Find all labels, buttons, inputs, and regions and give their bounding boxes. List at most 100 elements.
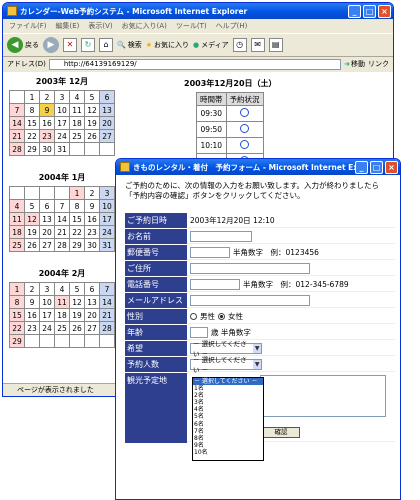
- calendar-day[interactable]: 19: [24, 225, 40, 239]
- calendar-day[interactable]: 13: [39, 212, 55, 226]
- address-input[interactable]: http://64139169129/: [48, 58, 342, 70]
- home-button[interactable]: ⌂: [99, 38, 113, 52]
- calendar-day[interactable]: 19: [84, 116, 100, 130]
- calendar-day[interactable]: 18: [69, 116, 85, 130]
- available-circle-icon[interactable]: [240, 140, 249, 149]
- minimize-button[interactable]: _: [348, 4, 361, 18]
- calendar-day[interactable]: 16: [84, 212, 100, 226]
- menu-tools[interactable]: ツール(T): [176, 21, 207, 31]
- calendar-day[interactable]: 18: [9, 225, 25, 239]
- dropdown-option[interactable]: 8名: [193, 435, 263, 442]
- menu-favorites[interactable]: お気に入り(A): [122, 21, 167, 31]
- calendar-day[interactable]: 13: [99, 103, 115, 117]
- calendar-day[interactable]: 8: [24, 103, 40, 117]
- calendar-day[interactable]: 5: [24, 199, 40, 213]
- calendar-day[interactable]: 10: [54, 103, 70, 117]
- calendar-day[interactable]: 8: [9, 295, 25, 309]
- links-button[interactable]: リンク: [368, 59, 389, 69]
- calendar-day[interactable]: 25: [69, 129, 85, 143]
- calendar-day[interactable]: 31: [99, 238, 115, 252]
- calendar-day[interactable]: 12: [69, 295, 85, 309]
- calendar-day[interactable]: 22: [9, 321, 25, 335]
- calendar-day[interactable]: 31: [54, 142, 70, 156]
- available-circle-icon[interactable]: [240, 124, 249, 133]
- calendar-day[interactable]: 28: [99, 321, 115, 335]
- people-select[interactable]: － 選択してください － ▼: [190, 356, 262, 374]
- media-button[interactable]: ● メディア: [193, 40, 229, 50]
- calendar-day[interactable]: 14: [9, 116, 25, 130]
- calendar-day[interactable]: 1: [9, 282, 25, 296]
- calendar-day[interactable]: 12: [84, 103, 100, 117]
- calendar-day[interactable]: 2: [39, 90, 55, 104]
- calendar-day[interactable]: 30: [84, 238, 100, 252]
- calendar-day[interactable]: 21: [99, 308, 115, 322]
- calendar-day[interactable]: 27: [99, 129, 115, 143]
- calendar-day[interactable]: 26: [24, 238, 40, 252]
- request-select[interactable]: － 選択してください － ▼: [190, 340, 262, 358]
- calendar-day[interactable]: 7: [99, 282, 115, 296]
- calendar-day[interactable]: 13: [84, 295, 100, 309]
- calendar-day[interactable]: 9: [39, 103, 55, 117]
- calendar-day[interactable]: 4: [9, 199, 25, 213]
- calendar-day[interactable]: 14: [54, 212, 70, 226]
- dropdown-option[interactable]: 10名: [193, 449, 263, 456]
- calendar-day[interactable]: 27: [84, 321, 100, 335]
- calendar-day[interactable]: 21: [9, 129, 25, 143]
- calendar-day[interactable]: 9: [24, 295, 40, 309]
- male-radio[interactable]: [190, 312, 197, 320]
- calendar-day[interactable]: 26: [84, 129, 100, 143]
- calendar-day[interactable]: 17: [99, 212, 115, 226]
- calendar-day[interactable]: 24: [99, 225, 115, 239]
- calendar-day[interactable]: 5: [69, 282, 85, 296]
- calendar-day[interactable]: 7: [9, 103, 25, 117]
- calendar-day[interactable]: 12: [24, 212, 40, 226]
- mail-button[interactable]: ✉: [250, 38, 265, 52]
- search-button[interactable]: 🔍 検索: [117, 40, 142, 50]
- refresh-button[interactable]: ↻: [81, 38, 95, 52]
- sightseeing-textarea[interactable]: [260, 375, 386, 417]
- confirm-button[interactable]: 確認: [262, 427, 300, 438]
- calendar-day[interactable]: 3: [54, 90, 70, 104]
- dropdown-option[interactable]: 5名: [193, 413, 263, 420]
- calendar-day[interactable]: 5: [84, 90, 100, 104]
- calendar-day[interactable]: 28: [9, 142, 25, 156]
- calendar-day[interactable]: 11: [69, 103, 85, 117]
- available-circle-icon[interactable]: [240, 108, 249, 117]
- calendar-day[interactable]: 29: [9, 334, 25, 348]
- calendar-day[interactable]: 17: [39, 308, 55, 322]
- calendar-day[interactable]: 21: [54, 225, 70, 239]
- calendar-day[interactable]: 6: [84, 282, 100, 296]
- dropdown-option[interactable]: 9名: [193, 442, 263, 449]
- calendar-day[interactable]: 24: [39, 321, 55, 335]
- calendar-day[interactable]: 25: [9, 238, 25, 252]
- calendar-day[interactable]: 23: [24, 321, 40, 335]
- calendar-day[interactable]: 15: [24, 116, 40, 130]
- calendar-day[interactable]: 28: [54, 238, 70, 252]
- print-button[interactable]: ▤: [268, 38, 283, 52]
- calendar-day[interactable]: 15: [69, 212, 85, 226]
- postal-field[interactable]: [190, 246, 230, 258]
- calendar-day[interactable]: 2: [24, 282, 40, 296]
- calendar-day[interactable]: 22: [69, 225, 85, 239]
- calendar-day[interactable]: 15: [9, 308, 25, 322]
- maximize-button[interactable]: □: [370, 160, 383, 174]
- calendar-day[interactable]: 4: [69, 90, 85, 104]
- calendar-day[interactable]: 7: [54, 199, 70, 213]
- calendar-day[interactable]: 23: [39, 129, 55, 143]
- calendar-day[interactable]: 20: [84, 308, 100, 322]
- calendar-day[interactable]: 16: [39, 116, 55, 130]
- menu-view[interactable]: 表示(V): [88, 21, 112, 31]
- calendar-day[interactable]: 11: [54, 295, 70, 309]
- calendar-day[interactable]: 10: [39, 295, 55, 309]
- calendar-day[interactable]: 24: [54, 129, 70, 143]
- calendar-day[interactable]: 8: [69, 199, 85, 213]
- calendar-day[interactable]: 11: [9, 212, 25, 226]
- calendar-day[interactable]: 3: [99, 186, 115, 200]
- menu-file[interactable]: ファイル(F): [9, 21, 47, 31]
- calendar-day[interactable]: 23: [84, 225, 100, 239]
- menu-help[interactable]: ヘルプ(H): [216, 21, 248, 31]
- history-button[interactable]: ◷: [232, 38, 247, 52]
- email-field[interactable]: [190, 294, 310, 306]
- minimize-button[interactable]: _: [355, 160, 368, 174]
- go-button[interactable]: ➜ 移動: [344, 59, 365, 69]
